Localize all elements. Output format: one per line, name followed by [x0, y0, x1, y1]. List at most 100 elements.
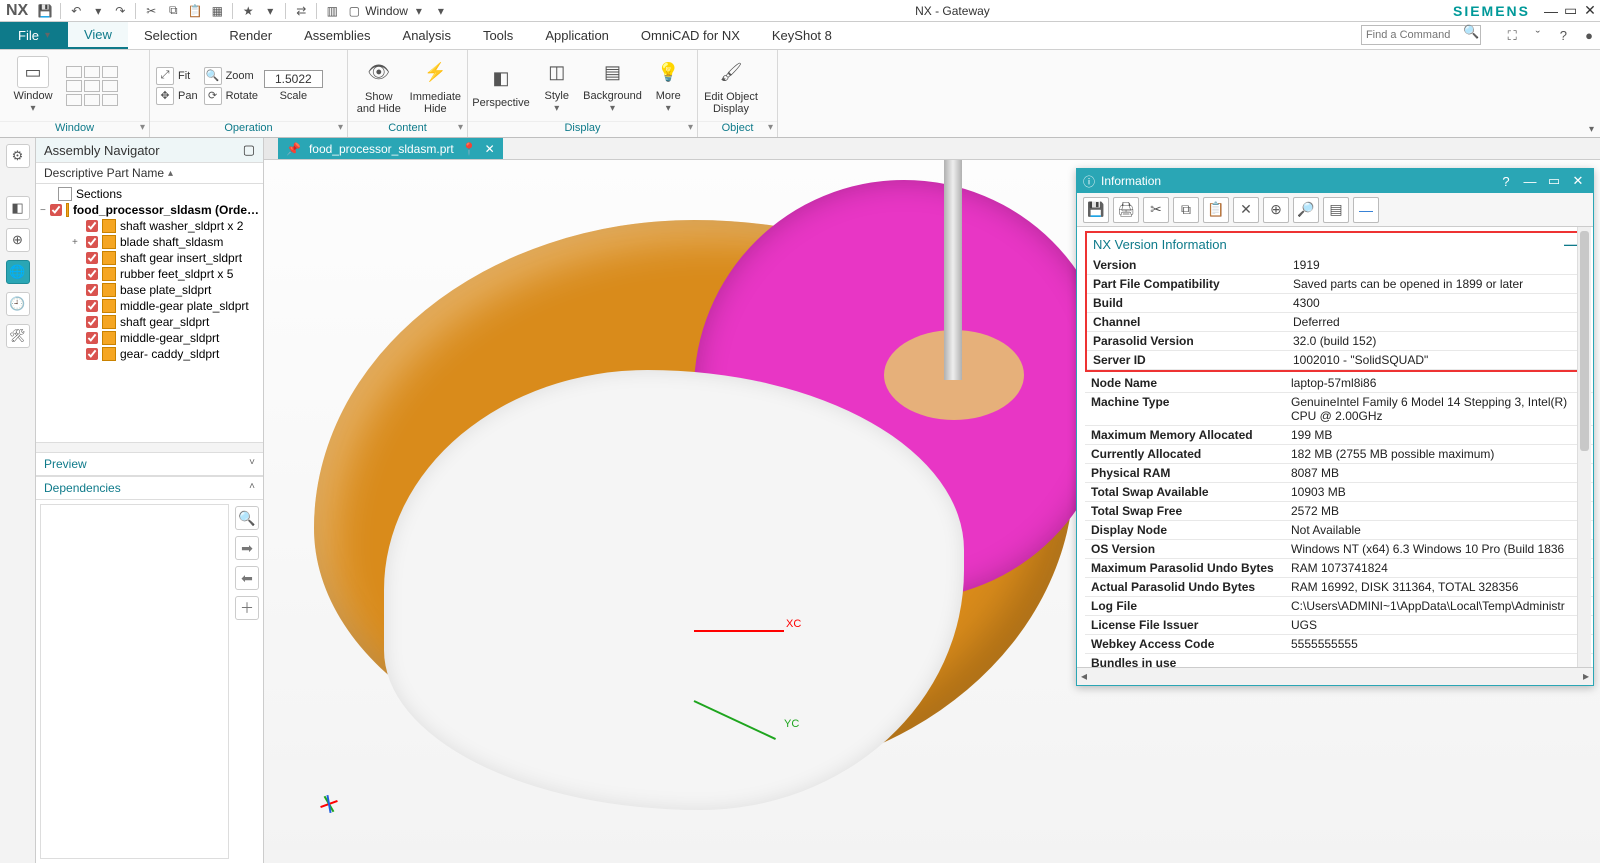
tree-checkbox[interactable]	[86, 348, 98, 360]
undo-icon[interactable]: ↶	[67, 2, 85, 20]
cut-icon[interactable]: ✂	[142, 2, 160, 20]
save-icon[interactable]: 💾	[36, 2, 54, 20]
assembly-tree[interactable]: Sections −food_processor_sldasm (Orde… s…	[36, 184, 263, 442]
tab-close-icon[interactable]: ✕	[485, 142, 495, 156]
tree-item[interactable]: gear- caddy_sldprt	[40, 346, 259, 362]
tree-checkbox[interactable]	[86, 284, 98, 296]
window-layout-grid[interactable]	[66, 66, 118, 106]
tree-hscroll[interactable]	[36, 442, 263, 452]
minimize-button[interactable]: —	[1540, 3, 1560, 19]
info-save-icon[interactable]: 💾	[1083, 197, 1109, 223]
window-menu-chevron-icon[interactable]: ▾	[410, 2, 428, 20]
tree-checkbox[interactable]	[50, 204, 62, 216]
close-button[interactable]: ✕	[1580, 2, 1600, 19]
zoom-button[interactable]: 🔍Zoom	[204, 67, 258, 85]
info-vscroll[interactable]	[1577, 227, 1591, 667]
favorites-dropdown-icon[interactable]: ▾	[261, 2, 279, 20]
switch-icon[interactable]: ⇄	[292, 2, 310, 20]
tree-item[interactable]: middle-gear_sldprt	[40, 330, 259, 346]
info-titlebar[interactable]: ⓘ Information ? — ▭ ✕	[1077, 169, 1593, 193]
window-menu-label[interactable]: Window	[365, 4, 408, 18]
info-cut-icon[interactable]: ✂	[1143, 197, 1169, 223]
paste-icon[interactable]: 📋	[186, 2, 204, 20]
resource-assembly-icon[interactable]: ⊕	[6, 228, 30, 252]
tab-selection[interactable]: Selection	[128, 22, 213, 49]
tab-render[interactable]: Render	[213, 22, 288, 49]
copy-icon[interactable]: ⧉	[164, 2, 182, 20]
search-icon[interactable]: 🔍	[1463, 24, 1479, 51]
tree-item[interactable]: shaft gear_sldprt	[40, 314, 259, 330]
tree-checkbox[interactable]	[86, 236, 98, 248]
dep-search-icon[interactable]: 🔍	[235, 506, 259, 530]
tab-omnicad[interactable]: OmniCAD for NX	[625, 22, 756, 49]
fullscreen-icon[interactable]: ⛶	[1503, 22, 1521, 50]
info-target-icon[interactable]: ⊕	[1263, 197, 1289, 223]
redo-icon[interactable]: ↷	[111, 2, 129, 20]
resource-cube-icon[interactable]: ◧	[6, 196, 30, 220]
tree-checkbox[interactable]	[86, 252, 98, 264]
window-button[interactable]: ▭Window▾	[6, 56, 60, 115]
tree-checkbox[interactable]	[86, 300, 98, 312]
info-delete-icon[interactable]: ✕	[1233, 197, 1259, 223]
dep-back-icon[interactable]: ⬅	[235, 566, 259, 590]
tree-item[interactable]: shaft washer_sldprt x 2	[40, 218, 259, 234]
tree-item[interactable]: middle-gear plate_sldprt	[40, 298, 259, 314]
info-collapse-icon[interactable]: —	[1353, 197, 1379, 223]
fit-button[interactable]: ⤢Fit	[156, 67, 198, 85]
maximize-button[interactable]: ▭	[1560, 2, 1580, 19]
ribbon-overflow-icon[interactable]: ▾	[1589, 124, 1594, 135]
preview-header[interactable]: Preview˅	[36, 452, 263, 476]
tree-checkbox[interactable]	[86, 332, 98, 344]
tab-application[interactable]: Application	[529, 22, 625, 49]
undo-dropdown-icon[interactable]: ▾	[89, 2, 107, 20]
tree-root[interactable]: −food_processor_sldasm (Orde…	[40, 202, 259, 218]
information-window[interactable]: ⓘ Information ? — ▭ ✕ 💾 🖨 ✂ ⧉ 📋 ✕ ⊕ 🔎	[1076, 168, 1594, 686]
show-hide-button[interactable]: 👁Show and Hide	[354, 57, 404, 115]
tab-analysis[interactable]: Analysis	[387, 22, 467, 49]
resource-tools-icon[interactable]: 🛠	[6, 324, 30, 348]
scale-input[interactable]: 1.5022	[264, 70, 323, 88]
more-display-button[interactable]: 💡More▾	[646, 56, 692, 115]
nav-undock-icon[interactable]: ▢	[243, 142, 255, 158]
style-button[interactable]: ◫Style▾	[534, 56, 580, 115]
tree-checkbox[interactable]	[86, 316, 98, 328]
nav-column-header[interactable]: Descriptive Part Name ▴	[36, 163, 263, 184]
pan-button[interactable]: ✥Pan	[156, 87, 198, 105]
qat-overflow-icon[interactable]: ▾	[432, 2, 450, 20]
immediate-hide-button[interactable]: ⚡Immediate Hide	[410, 57, 461, 115]
tab-tools[interactable]: Tools	[467, 22, 529, 49]
info-minimize-icon[interactable]: —	[1521, 174, 1539, 189]
tree-item[interactable]: shaft gear insert_sldprt	[40, 250, 259, 266]
pin-toggle-icon[interactable]: 📍	[462, 142, 477, 156]
info-vscroll-thumb[interactable]	[1580, 231, 1589, 451]
info-hscroll[interactable]: ◂▸	[1077, 667, 1593, 685]
info-help-icon[interactable]: ?	[1497, 174, 1515, 189]
dep-add-icon[interactable]: ＋	[235, 596, 259, 620]
tree-item[interactable]: +blade shaft_sldasm	[40, 234, 259, 250]
favorites-icon[interactable]: ★	[239, 2, 257, 20]
resource-gear-icon[interactable]: ⚙	[6, 144, 30, 168]
tree-item[interactable]: rubber feet_sldprt x 5	[40, 266, 259, 282]
info-paste-icon[interactable]: 📋	[1203, 197, 1229, 223]
ribbon-collapse-icon[interactable]: ˇ	[1529, 22, 1547, 50]
qa-icon[interactable]: ▦	[208, 2, 226, 20]
file-menu[interactable]: File▾	[0, 22, 68, 49]
tab-assemblies[interactable]: Assemblies	[288, 22, 386, 49]
perspective-button[interactable]: ◧Perspective	[474, 63, 528, 109]
info-maximize-icon[interactable]: ▭	[1545, 173, 1563, 189]
tree-checkbox[interactable]	[86, 220, 98, 232]
document-tab[interactable]: 📌 food_processor_sldasm.prt 📍 ✕	[278, 138, 503, 159]
tree-item[interactable]: base plate_sldprt	[40, 282, 259, 298]
info-copy-icon[interactable]: ⧉	[1173, 197, 1199, 223]
viewport[interactable]: XC YC ⓘ Information ? — ▭ ✕ 💾 🖨 ✂ ⧉	[264, 160, 1600, 863]
info-print-icon[interactable]: 🖨	[1113, 197, 1139, 223]
dep-forward-icon[interactable]: ➡	[235, 536, 259, 560]
rotate-button[interactable]: ⟳Rotate	[204, 87, 258, 105]
pin-icon[interactable]: 📌	[286, 142, 301, 156]
help-icon[interactable]: ?	[1554, 22, 1572, 50]
tree-checkbox[interactable]	[86, 268, 98, 280]
settings-dot-icon[interactable]: ●	[1580, 22, 1598, 50]
dependencies-header[interactable]: Dependencies˄	[36, 476, 263, 500]
resource-history-icon[interactable]: 🕘	[6, 292, 30, 316]
tab-keyshot[interactable]: KeyShot 8	[756, 22, 848, 49]
